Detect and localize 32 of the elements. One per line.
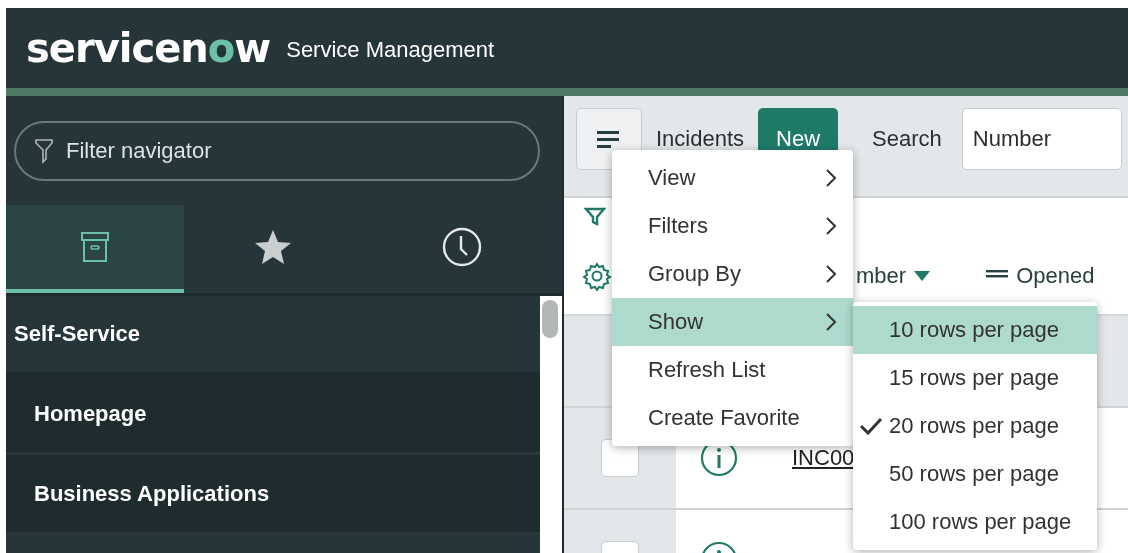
logo[interactable]: servicenow [26,25,271,71]
clock-icon [442,227,482,267]
filter-icon[interactable] [584,206,606,226]
column-header[interactable]: Opened [986,263,1095,289]
column-header[interactable]: mber [856,263,931,289]
menu-icon [597,130,621,148]
nav-module[interactable]: Business Applications [6,455,540,535]
filter-icon [34,137,54,165]
star-icon [254,229,292,265]
menu-item[interactable]: 20 rows per page [853,402,1097,450]
menu-item[interactable]: 50 rows per page [853,450,1097,498]
product-name: Service Management [286,37,495,63]
sort-arrow-icon [914,271,931,281]
scrollbar-thumb[interactable] [542,300,558,338]
menu-item[interactable]: Create Favorite [612,394,853,442]
list-title: Incidents [656,126,745,152]
nav-module[interactable]: Homepage [6,375,540,455]
filter-field[interactable]: Filter navigator [14,121,540,181]
search-label: Search [872,126,942,152]
settings-icon[interactable] [582,261,612,291]
incident-number-link[interactable]: INC00 [792,445,855,471]
menu-item[interactable]: 15 rows per page [853,354,1097,402]
archive-icon [80,231,110,263]
menu-item[interactable]: Show [612,298,853,346]
menu-item[interactable]: 100 rows per page [853,498,1097,546]
menu-item[interactable]: 10 rows per page [853,306,1097,354]
menu-item[interactable]: Filters [612,202,853,250]
menu-item[interactable]: Group By [612,250,853,298]
menu-item[interactable]: Refresh List [612,346,853,394]
filter-input[interactable]: Filter navigator [64,137,468,165]
navigator-tab[interactable] [6,205,184,293]
search-field-select[interactable]: Number [961,108,1122,170]
